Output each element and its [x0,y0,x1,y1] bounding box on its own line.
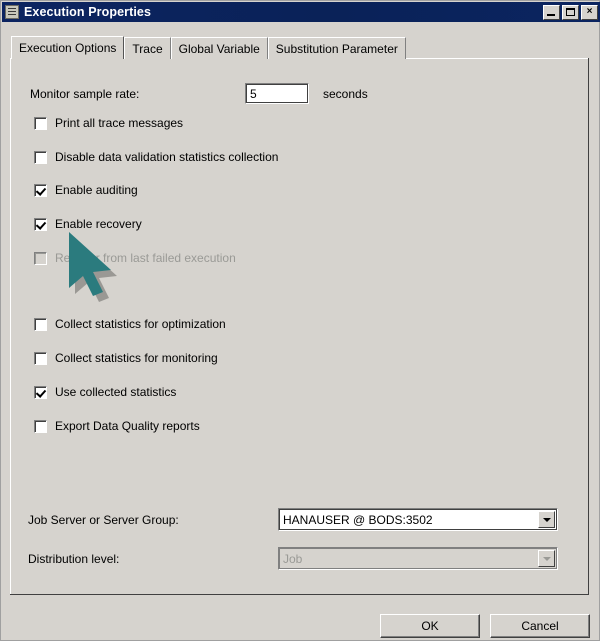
checkbox-label: Recover from last failed execution [55,251,236,265]
seconds-unit-label: seconds [323,86,368,101]
tab-global-variable[interactable]: Global Variable [170,37,268,59]
monitor-sample-rate-row: Monitor sample rate: 5 seconds [30,83,368,104]
chevron-down-icon [542,517,551,522]
checkbox-row-collect-statistics-for-optimization[interactable]: Collect statistics for optimization [34,317,226,331]
tab-label: Trace [132,41,163,56]
tab-label: Execution Options [19,41,117,55]
tab-strip: Execution Options Trace Global Variable … [11,36,406,59]
job-server-dropdown-button[interactable] [538,511,555,528]
checkbox-row-print-all-trace-messages[interactable]: Print all trace messages [34,116,183,130]
tab-substitution-parameter[interactable]: Substitution Parameter [267,37,406,59]
execution-properties-dialog: Execution Properties × Execution Options… [0,0,600,641]
checkbox-disable-data-validation-statistics-collection[interactable] [34,150,47,164]
checkbox-label: Export Data Quality reports [55,419,200,433]
window-controls: × [543,4,598,20]
job-server-label: Job Server or Server Group: [28,512,179,527]
job-server-combobox[interactable]: HANAUSER @ BODS:3502 [278,508,558,531]
minimize-button[interactable] [543,4,560,20]
maximize-icon [566,7,575,16]
checkbox-label: Use collected statistics [55,385,177,399]
close-icon: × [586,6,593,17]
tab-trace[interactable]: Trace [124,37,171,59]
checkbox-label: Enable auditing [55,183,138,197]
job-server-row: Job Server or Server Group: HANAUSER @ B… [28,508,573,531]
monitor-sample-rate-label: Monitor sample rate: [30,86,140,101]
job-server-value: HANAUSER @ BODS:3502 [283,512,433,527]
document-icon [5,5,19,19]
checkbox-label: Collect statistics for optimization [55,317,226,331]
checkbox-enable-auditing[interactable] [34,183,47,197]
checkbox-label: Disable data validation statistics colle… [55,150,279,164]
checkbox-print-all-trace-messages[interactable] [34,116,47,130]
checkbox-row-enable-auditing[interactable]: Enable auditing [34,183,138,197]
distribution-level-row: Distribution level: Job [28,547,573,570]
checkbox-export-data-quality-reports[interactable] [34,419,47,433]
maximize-button[interactable] [562,4,579,20]
cancel-button-label: Cancel [521,619,559,633]
tab-label: Global Variable [178,41,260,56]
distribution-level-combobox: Job [278,547,558,570]
cancel-button[interactable]: Cancel [490,614,590,638]
checkbox-label: Enable recovery [55,217,142,231]
title-bar[interactable]: Execution Properties × [2,2,600,22]
checkbox-enable-recovery[interactable] [34,217,47,231]
tab-label: Substitution Parameter [275,41,398,56]
window-title: Execution Properties [24,5,152,19]
ok-button[interactable]: OK [380,614,480,638]
checkbox-row-recover-from-last-failed-execution: Recover from last failed execution [34,251,236,265]
distribution-level-label: Distribution level: [28,551,120,566]
checkbox-use-collected-statistics[interactable] [34,385,47,399]
execution-options-panel: Monitor sample rate: 5 seconds Print all… [10,58,589,595]
checkbox-row-use-collected-statistics[interactable]: Use collected statistics [34,385,176,399]
close-button[interactable]: × [581,4,598,20]
distribution-level-value: Job [283,551,303,566]
checkbox-row-collect-statistics-for-monitoring[interactable]: Collect statistics for monitoring [34,351,218,365]
checkbox-row-enable-recovery[interactable]: Enable recovery [34,217,142,231]
monitor-sample-rate-input[interactable]: 5 [245,83,309,104]
chevron-down-icon [542,556,551,561]
ok-button-label: OK [421,619,439,633]
checkbox-collect-statistics-for-monitoring[interactable] [34,351,47,365]
checkbox-row-export-data-quality-reports[interactable]: Export Data Quality reports [34,419,200,433]
checkbox-label: Collect statistics for monitoring [55,351,218,365]
checkbox-row-disable-data-validation-statistics-collection[interactable]: Disable data validation statistics colle… [34,150,278,164]
distribution-level-dropdown-button [538,550,555,567]
minimize-icon [547,13,555,16]
checkbox-collect-statistics-for-optimization[interactable] [34,317,47,331]
tab-execution-options[interactable]: Execution Options [11,36,125,59]
checkbox-label: Print all trace messages [55,116,184,130]
checkbox-recover-from-last-failed-execution [34,251,47,265]
